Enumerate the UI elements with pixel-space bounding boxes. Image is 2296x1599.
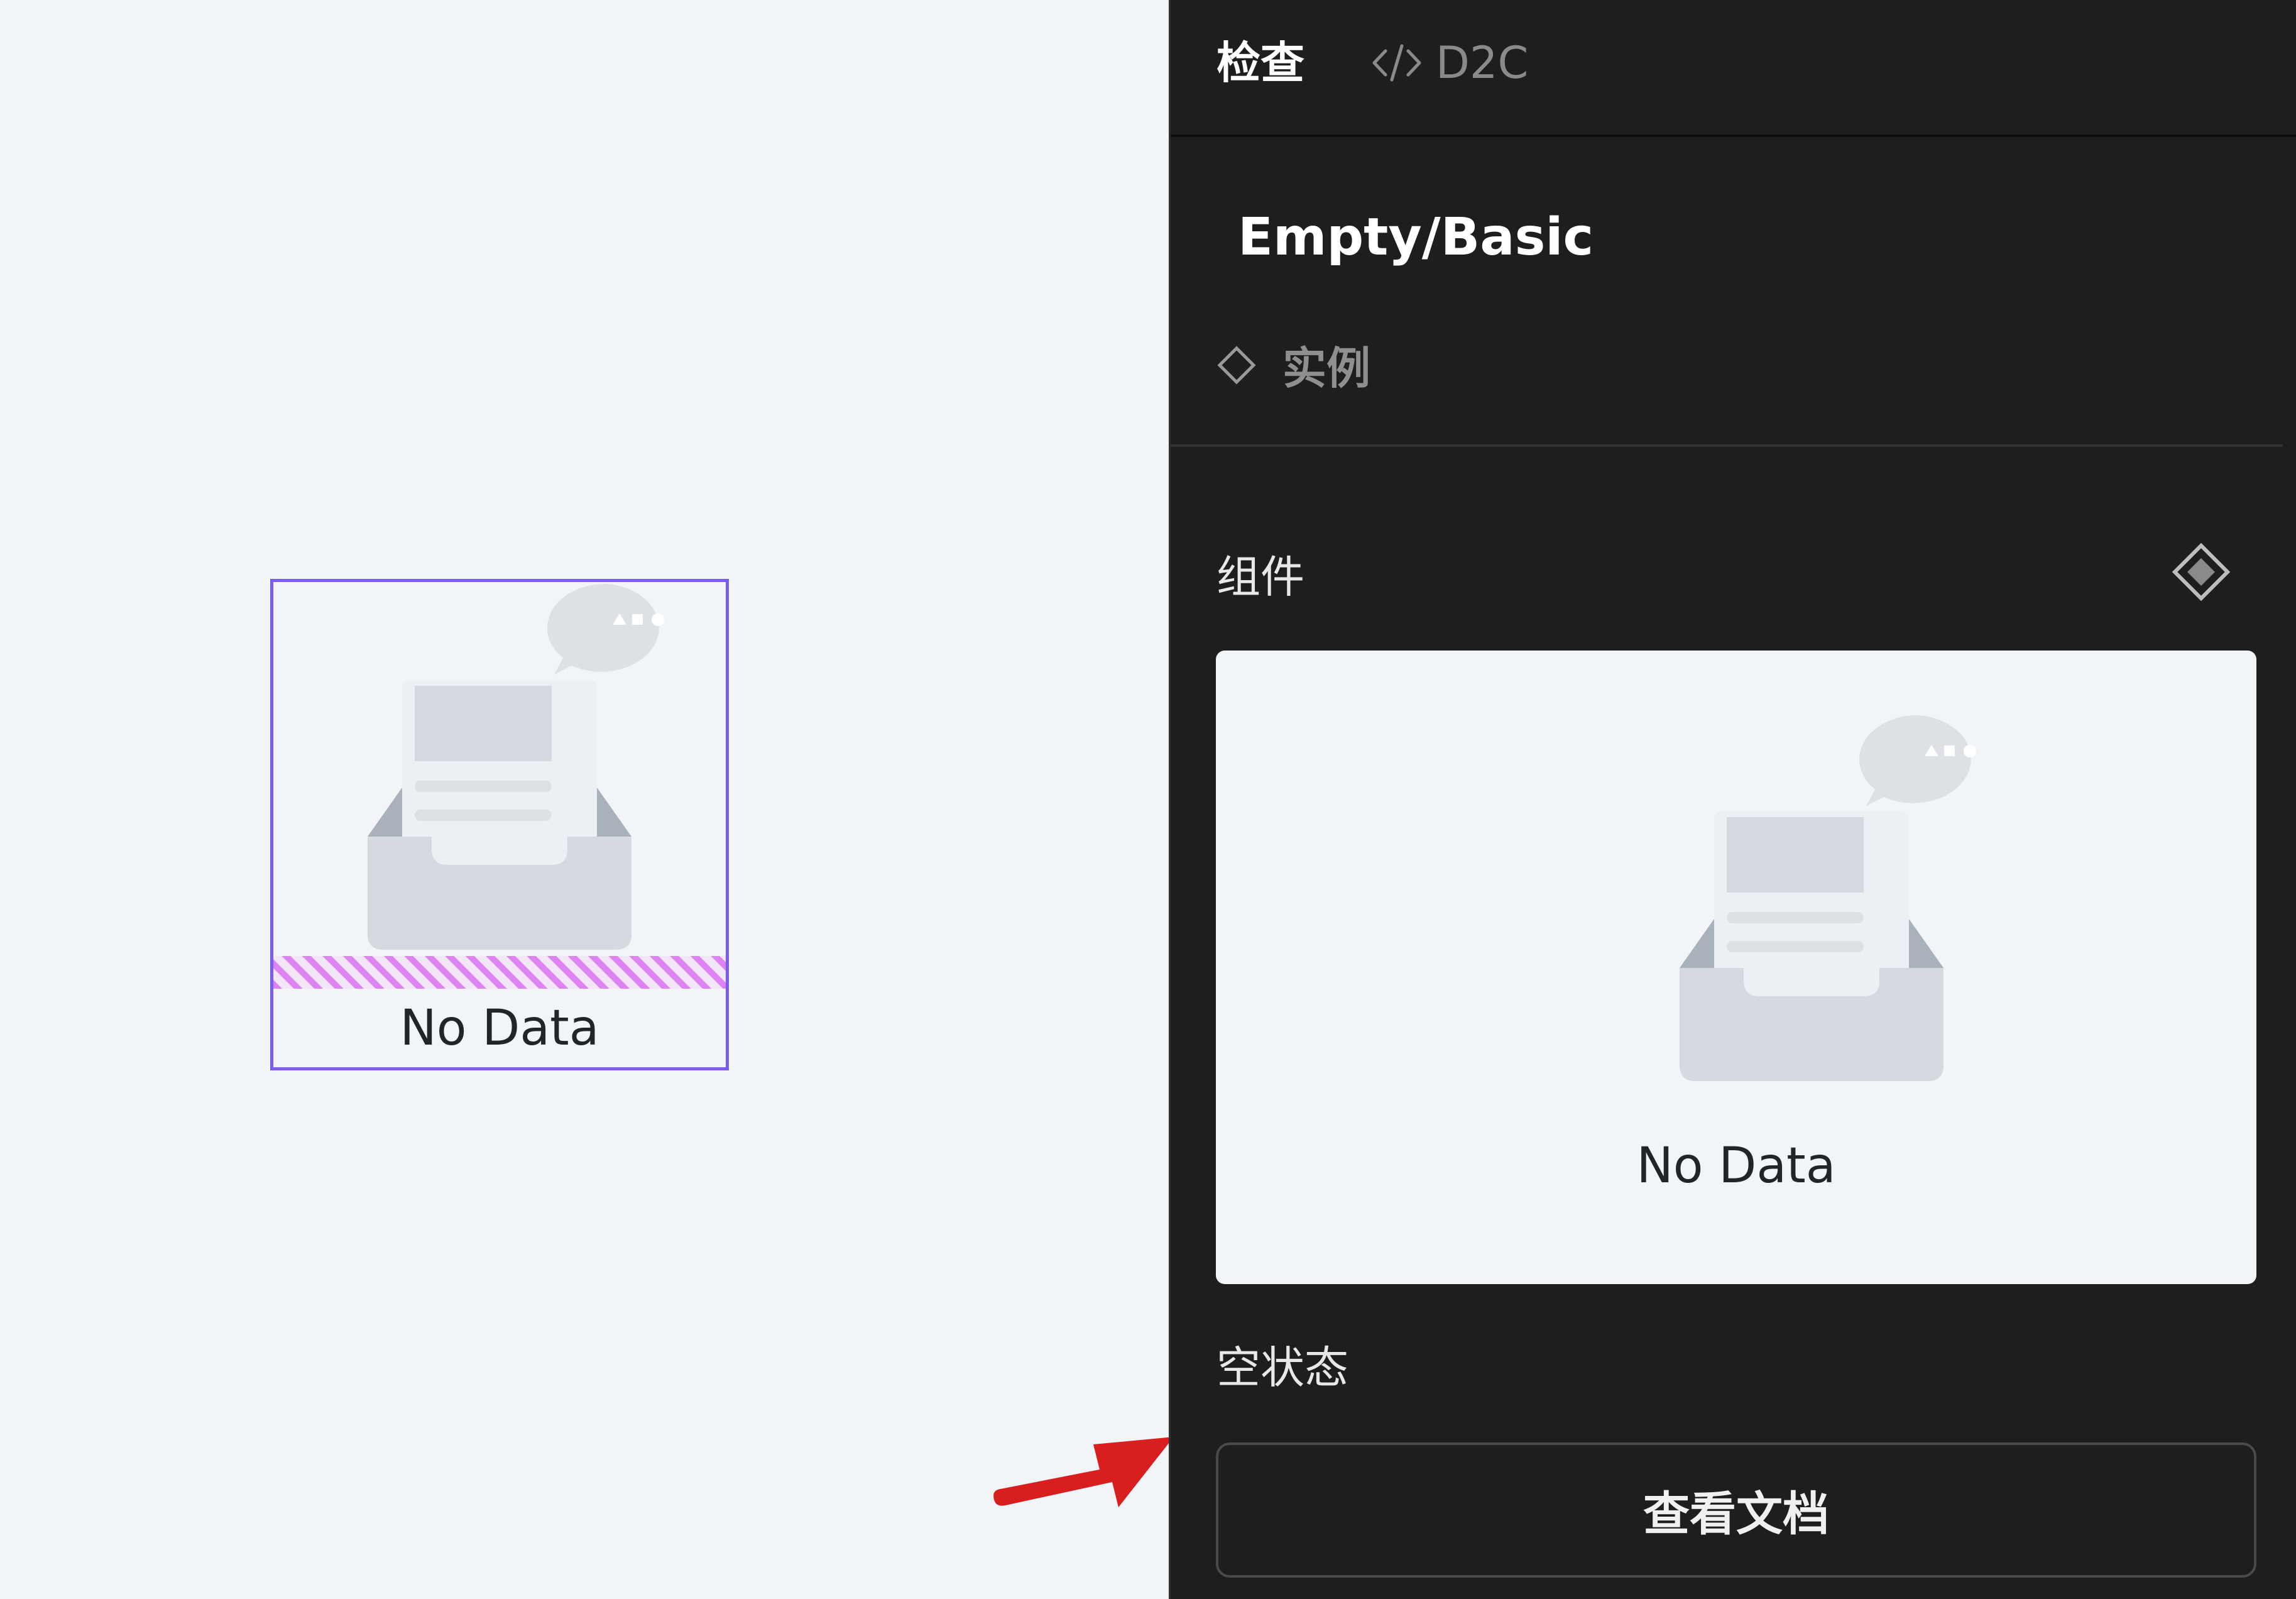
- tab-bar: 检查 D2C: [1171, 0, 2296, 137]
- tab-d2c[interactable]: D2C: [1372, 33, 1528, 93]
- view-docs-button[interactable]: 查看文档: [1216, 1442, 2256, 1578]
- empty-inbox-illustration: [368, 583, 664, 950]
- red-arrow-icon: [993, 1437, 1174, 1507]
- component-name: Empty/Basic: [1238, 207, 1594, 267]
- component-diamond-icon[interactable]: [2170, 541, 2233, 603]
- divider: [1171, 444, 2283, 447]
- code-icon: [1372, 44, 1421, 82]
- instance-row: 实例: [1216, 333, 1370, 397]
- tab-d2c-label: D2C: [1436, 37, 1529, 89]
- diamond-outline-icon: [1217, 345, 1256, 385]
- empty-label: No Data: [400, 1000, 599, 1057]
- instance-label: 实例: [1282, 343, 1370, 394]
- component-preview: No Data: [1216, 651, 2256, 1284]
- preview-empty-label: No Data: [1636, 1138, 1836, 1194]
- selected-empty-component[interactable]: No Data: [270, 579, 729, 1070]
- padding-highlight: [273, 956, 726, 989]
- tab-inspect[interactable]: 检查: [1216, 33, 1304, 93]
- app-window: No Data 检查 D2C Empty/Basic 实例 组件 No Data…: [0, 0, 2296, 1599]
- component-description: 空状态: [1216, 1342, 1348, 1393]
- empty-inbox-illustration: [1680, 715, 1976, 1081]
- component-section-label: 组件: [1216, 551, 1304, 603]
- design-canvas[interactable]: No Data: [0, 0, 1174, 1599]
- inspector-panel: 检查 D2C Empty/Basic 实例 组件 No Data 空状态 查看文…: [1169, 0, 2296, 1599]
